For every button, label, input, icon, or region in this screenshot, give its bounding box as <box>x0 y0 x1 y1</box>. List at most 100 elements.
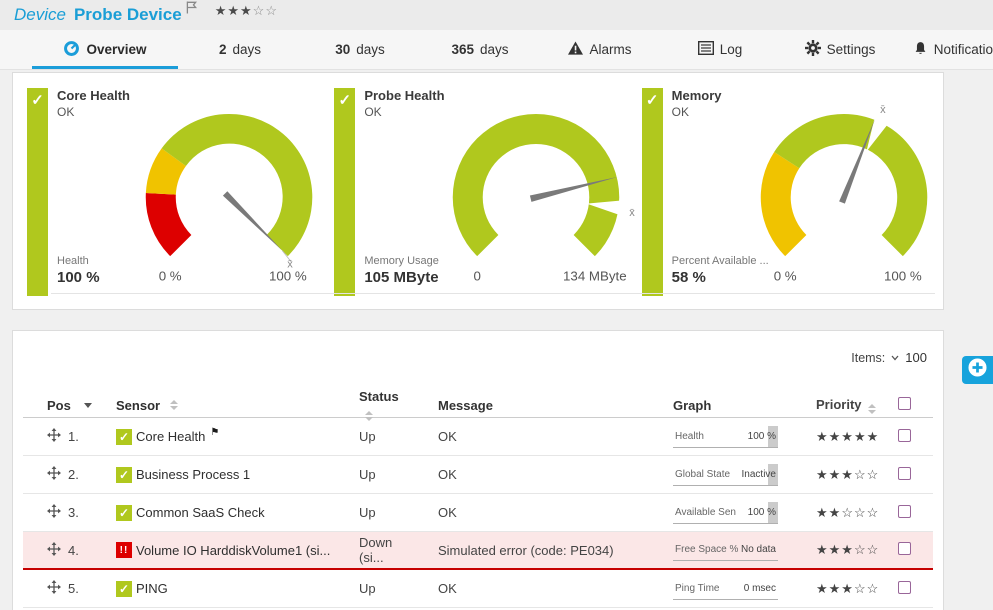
header-sensor[interactable]: Sensor <box>89 398 333 413</box>
status-ok-bar: ✓ <box>334 88 355 296</box>
status-ok-bar: ✓ <box>27 88 48 296</box>
scale-max-label: 134 MByte <box>563 269 627 284</box>
priority-stars[interactable]: ★★★☆☆ <box>215 3 278 19</box>
channel-label: Health <box>57 255 89 267</box>
sensor-status: Up <box>333 505 412 520</box>
gauge-dial: x̄ 0 % 100 % <box>733 103 955 303</box>
tab-2-days[interactable]: 2days <box>180 30 300 69</box>
tab-365-days[interactable]: 365days <box>420 30 540 69</box>
mini-graph[interactable]: Global StateInactive <box>673 464 778 486</box>
channel-value: 105 MByte <box>364 269 438 286</box>
tab-30-days[interactable]: 30days <box>300 30 420 69</box>
sensor-message: OK <box>412 505 647 520</box>
tab-log[interactable]: Log <box>660 30 780 69</box>
drag-handle-icon[interactable] <box>47 504 61 521</box>
tab-alarms[interactable]: Alarms <box>540 30 660 69</box>
title-bar: Device Probe Device ★★★☆☆ <box>0 0 993 30</box>
sensor-name[interactable]: PING <box>136 581 168 596</box>
header-status[interactable]: Status <box>333 389 412 421</box>
gauge-probe-health[interactable]: ✓ Probe Health OK x̄ 0 134 MByte Memory … <box>324 81 631 301</box>
row-position: 1. <box>68 429 79 444</box>
scale-max-label: 100 % <box>884 269 922 284</box>
select-all-checkbox[interactable] <box>898 397 911 410</box>
tab-bar: Overview 2days 30days 365days Alarms Log… <box>0 30 993 70</box>
divider <box>51 293 935 294</box>
channel-label: Memory Usage <box>364 255 439 267</box>
channel-value: 100 % <box>57 269 100 286</box>
table-row[interactable]: 3. ✓ Common SaaS Check Up OK Available Se… <box>23 494 933 532</box>
table-row[interactable]: 2. ✓Business Process 1 Up OK Global Stat… <box>23 456 933 494</box>
gear-icon <box>805 40 821 59</box>
table-header-row: Pos Sensor Status Message Graph Priority <box>23 389 933 418</box>
header-pos[interactable]: Pos <box>23 398 89 413</box>
page-title: Probe Device <box>74 5 182 25</box>
scale-min-label: 0 % <box>159 269 182 284</box>
scale-max-label: 100 % <box>269 269 307 284</box>
table-row-error[interactable]: 4. !!Volume IO HarddiskVolume1 (si... Do… <box>23 532 933 570</box>
mini-graph[interactable]: Health100 % <box>673 426 778 448</box>
row-checkbox[interactable] <box>898 542 911 555</box>
add-button[interactable] <box>962 356 993 384</box>
row-checkbox[interactable] <box>898 467 911 480</box>
row-checkbox[interactable] <box>898 505 911 518</box>
row-position: 3. <box>68 505 79 520</box>
mini-graph[interactable]: Available Sen100 % <box>673 502 778 524</box>
header-graph: Graph <box>647 398 782 413</box>
header-select-all <box>867 397 933 413</box>
row-checkbox[interactable] <box>898 581 911 594</box>
gauge-needle <box>223 191 282 250</box>
items-per-page-dropdown[interactable]: Items: 100 <box>851 350 927 365</box>
check-icon: ✓ <box>339 92 352 109</box>
bell-icon <box>913 41 928 59</box>
priority-stars[interactable]: ★★☆☆☆ <box>782 505 867 521</box>
drag-handle-icon[interactable] <box>47 428 61 445</box>
gauge-dial: x̄ 0 134 MByte <box>425 103 647 303</box>
drag-handle-icon[interactable] <box>47 580 61 597</box>
header-message: Message <box>412 398 647 413</box>
sensor-status: Up <box>333 429 412 444</box>
drag-handle-icon[interactable] <box>47 542 61 559</box>
sensor-status: Down (si... <box>333 535 412 565</box>
sensor-name[interactable]: Business Process 1 <box>136 467 250 482</box>
table-row[interactable]: 5. ✓PING Up OK Ping Time0 msec ★★★☆☆ <box>23 570 933 608</box>
row-checkbox[interactable] <box>898 429 911 442</box>
priority-stars[interactable]: ★★★★★ <box>782 429 867 445</box>
avg-marker-label: x̄ <box>880 104 886 116</box>
gauge-title: Memory <box>672 88 722 103</box>
sensor-message: OK <box>412 429 647 444</box>
sensor-message: OK <box>412 467 647 482</box>
gauge-title-block[interactable]: Memory OK <box>672 88 722 119</box>
mini-graph[interactable]: Ping Time0 msec <box>673 578 778 600</box>
sensor-name[interactable]: Common SaaS Check <box>136 505 265 520</box>
flag-icon: ⚑ <box>210 427 219 438</box>
sensor-name[interactable]: Volume IO HarddiskVolume1 (si... <box>136 543 330 558</box>
circle-plus-icon <box>967 357 988 383</box>
flag-icon[interactable] <box>186 1 197 19</box>
sensor-ok-icon: ✓ <box>116 467 132 483</box>
sensor-message: OK <box>412 581 647 596</box>
priority-stars[interactable]: ★★★☆☆ <box>782 542 867 558</box>
sensor-status: Up <box>333 581 412 596</box>
sensor-message: Simulated error (code: PE034) <box>412 543 647 558</box>
mini-graph[interactable]: Free Space %No data <box>673 539 778 561</box>
priority-stars[interactable]: ★★★☆☆ <box>782 467 867 483</box>
tab-overview[interactable]: Overview <box>30 30 180 69</box>
drag-handle-icon[interactable] <box>47 466 61 483</box>
tab-settings[interactable]: Settings <box>780 30 900 69</box>
gauge-memory[interactable]: ✓ Memory OK x̄ 0 % 100 % Percent Availab… <box>632 81 939 301</box>
sensor-ok-icon: ✓ <box>116 429 132 445</box>
row-position: 5. <box>68 581 79 596</box>
header-priority[interactable]: Priority <box>782 397 867 414</box>
device-type-label: Device <box>14 5 66 25</box>
gauge-title: Probe Health <box>364 88 444 103</box>
tab-notifications[interactable]: Notifications <box>900 30 993 69</box>
check-icon: ✓ <box>31 92 44 109</box>
gauge-core-health[interactable]: ✓ Core Health OK x̄ 0 % 100 % Health 100… <box>17 81 324 301</box>
sort-icon <box>170 400 178 410</box>
sensor-name[interactable]: Core Health <box>136 429 205 444</box>
sensor-ok-icon: ✓ <box>116 505 132 521</box>
priority-stars[interactable]: ★★★☆☆ <box>782 581 867 597</box>
scale-min-label: 0 % <box>773 269 796 284</box>
gauge-title: Core Health <box>57 88 130 103</box>
table-row[interactable]: 1. ✓ Core Health ⚑ Up OK Health100 % ★★★★★ <box>23 418 933 456</box>
